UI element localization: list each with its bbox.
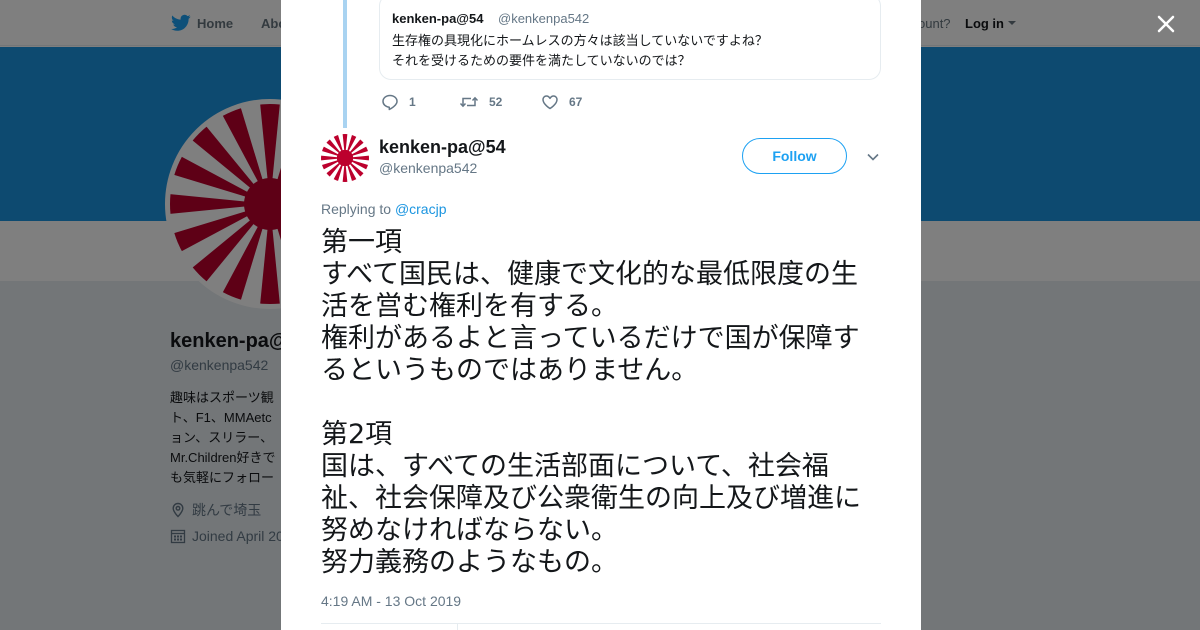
tweet-author-avatar[interactable] <box>321 134 369 182</box>
heart-icon <box>542 95 558 110</box>
tweet-line: すべて国民は、健康で文化的な最低限度の生 <box>321 259 859 290</box>
quoted-tweet-line: 生存権の具現化にホームレスの方々は該当していないですよね？ <box>392 33 768 48</box>
tweet-text: 第一項 すべて国民は、健康で文化的な最低限度の生 活を営む権利を有する。 権利が… <box>321 227 887 579</box>
tweet-line: 第一項 <box>321 227 402 258</box>
replying-to-link[interactable]: @cracjp <box>395 201 447 217</box>
follow-button[interactable]: Follow <box>742 138 847 174</box>
quoted-tweet-text: 生存権の具現化にホームレスの方々は該当していないですよね？ それを受けるための要… <box>392 31 768 71</box>
reply-icon <box>382 94 398 111</box>
tweet-line: 活を営む権利を有する。 <box>321 291 618 322</box>
quoted-tweet-line: それを受けるための要件を満たしていないのでは？ <box>392 53 691 68</box>
retweet-icon <box>459 96 479 108</box>
tweet-line: 第2項 <box>321 419 393 450</box>
close-icon[interactable] <box>1152 10 1180 38</box>
quoted-tweet-handle[interactable]: @kenkenpa542 <box>498 11 589 26</box>
reply-count: 1 <box>409 95 416 109</box>
tweet-line: 努めなければならない。 <box>321 515 618 546</box>
tweet-author-name[interactable]: kenken-pa@54 <box>379 137 506 158</box>
retweet-count: 52 <box>489 95 503 109</box>
divider <box>457 623 458 630</box>
tweet-line: 祉、社会保障及び公衆衛生の向上及び増進に <box>321 483 861 514</box>
tweet-line: るというものではありません。 <box>321 355 699 386</box>
quoted-tweet-name[interactable]: kenken-pa@54 <box>392 11 483 26</box>
tweet-line-gap <box>321 387 887 419</box>
reply-button[interactable]: 1 <box>381 92 416 112</box>
tweet-modal: kenken-pa@54 @kenkenpa542 生存権の具現化にホームレスの… <box>281 0 921 630</box>
replying-to: Replying to @cracjp <box>321 201 447 217</box>
chevron-down-icon[interactable] <box>865 149 881 165</box>
tweet-line: 努力義務のようなもの。 <box>321 547 618 578</box>
quoted-tweet[interactable]: kenken-pa@54 @kenkenpa542 生存権の具現化にホームレスの… <box>379 0 881 80</box>
like-count: 67 <box>569 95 583 109</box>
thread-connector-line <box>343 0 347 128</box>
tweet-line: 国は、すべての生活部面について、社会福 <box>321 451 829 482</box>
tweet-line: 権利があるよと言っているだけで国が保障す <box>321 323 860 354</box>
retweet-button[interactable]: 52 <box>459 92 502 112</box>
divider <box>321 623 881 624</box>
replying-prefix: Replying to <box>321 201 395 217</box>
rising-sun-flag-icon <box>321 134 369 182</box>
tweet-author-handle[interactable]: @kenkenpa542 <box>379 160 477 176</box>
tweet-timestamp[interactable]: 4:19 AM - 13 Oct 2019 <box>321 593 461 609</box>
like-button[interactable]: 67 <box>541 92 582 112</box>
